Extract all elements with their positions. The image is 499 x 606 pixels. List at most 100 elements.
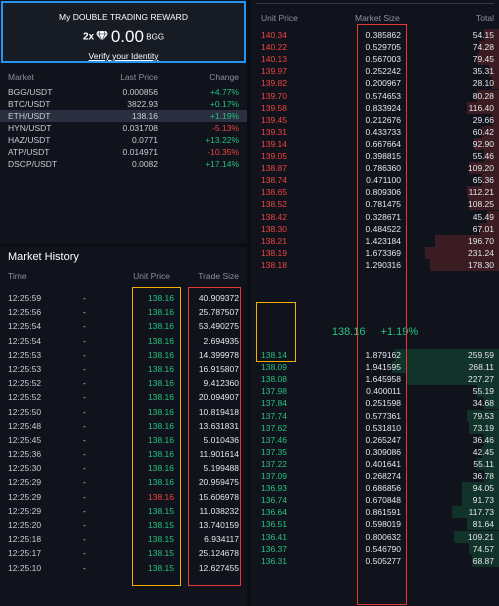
ob-total: 74.57 [472,543,494,554]
ob-total: 60.42 [472,126,494,137]
reward-unit: BGG [146,32,165,42]
trade-side-placeholder: - [83,293,86,303]
market-name: HAZ/USDT [8,135,51,145]
ob-total: 34.68 [472,398,494,409]
ob-price: 136.41 [261,531,287,542]
ob-price: 138.21 [261,235,287,246]
trade-time: 12:25:17 [8,548,42,559]
ob-total: 94.05 [472,483,494,494]
market-row[interactable]: HAZ/USDT 0.0771 +13.22% [0,134,247,146]
ob-total: 79.45 [472,54,494,65]
left-panel: My DOUBLE TRADING REWARD 2x 0.00 BGG Ver… [0,0,247,606]
market-change: -10.35% [207,147,239,157]
market-row[interactable]: BGG/USDT 0.000856 +4.77% [0,86,247,98]
market-last-price: 0.014971 [122,147,158,157]
ob-total: 55.11 [473,458,494,469]
history-table-header: Time Unit Price Trade Size [0,271,247,281]
ob-total: 55.46 [472,151,494,161]
trade-time: 12:25:54 [8,335,42,346]
market-col-price: Last Price [120,72,158,82]
market-name: DSCP/USDT [8,159,58,169]
ob-total: 42.45 [472,446,494,457]
ob-total: 112.21 [468,187,494,198]
trade-time: 12:25:29 [8,505,42,516]
ob-total: 268.11 [468,362,494,373]
ob-total: 196.70 [468,235,494,246]
market-size-highlight [357,24,407,605]
ob-total: 81.64 [472,519,494,530]
ob-total: 259.59 [468,350,494,360]
history-col-size: Trade Size [198,271,239,281]
verify-identity-link[interactable]: Verify your Identity [3,51,244,61]
ob-total: 80.28 [472,90,494,101]
market-change: +4.77% [209,87,239,97]
reward-card[interactable]: My DOUBLE TRADING REWARD 2x 0.00 BGG Ver… [1,1,246,63]
spread-price-highlight [256,302,296,362]
trade-side-placeholder: - [83,378,86,389]
ob-price: 137.98 [261,386,287,397]
trade-side-placeholder: - [83,520,86,530]
market-col-change: Change [209,72,239,82]
trade-side-placeholder: - [83,477,86,488]
market-row[interactable]: BTC/USDT 3822.93 +0.17% [0,98,247,110]
market-change: +17.14% [205,159,239,169]
reward-amount-line: 2x 0.00 BGG [3,27,244,47]
trade-time: 12:25:10 [8,562,42,573]
ob-price: 138.87 [261,163,287,174]
trade-side-placeholder: - [83,392,86,403]
market-row[interactable]: ETH/USDT 138.16 +1.19% [0,110,247,122]
trade-side-placeholder: - [83,548,86,559]
trade-side-placeholder: - [83,349,86,360]
ob-total: 54.15 [472,30,494,40]
ob-total: 45.49 [472,211,494,222]
ob-total: 65.36 [472,175,494,186]
ob-total: 36.78 [472,471,494,481]
trade-side-placeholder: - [83,491,86,502]
ob-total: 36.46 [472,434,494,445]
ob-col-price: Unit Price [261,13,298,23]
ob-price: 137.09 [261,471,287,481]
trade-time: 12:25:18 [8,534,42,545]
market-row[interactable]: DSCP/USDT 0.0082 +17.14% [0,158,247,170]
market-change: +13.22% [205,135,239,145]
trade-side-placeholder: - [83,307,86,318]
ob-total: 91.73 [472,495,494,506]
ob-price: 140.22 [261,42,287,53]
trade-time: 12:25:48 [8,420,42,431]
ob-total: 108.25 [468,199,494,210]
market-row[interactable]: HYN/USDT 0.031708 -5.13% [0,122,247,134]
trade-time: 12:25:53 [8,349,42,360]
ob-price: 139.31 [261,126,287,137]
market-name: BTC/USDT [8,99,51,109]
trade-side-placeholder: - [83,363,86,374]
ob-total: 109.21 [468,531,494,542]
trade-side-placeholder: - [83,505,86,516]
market-table-header: Market Last Price Change [8,72,239,82]
ob-total: 28.10 [472,78,494,89]
trade-side-placeholder: - [83,434,86,445]
ob-price: 137.74 [261,410,287,421]
ob-price: 139.45 [261,114,287,125]
ob-price: 136.74 [261,495,287,506]
ob-price: 137.46 [261,434,287,445]
ob-price: 139.82 [261,78,287,89]
trade-time: 12:25:53 [8,363,42,374]
market-last-price: 0.031708 [122,123,158,133]
ob-price: 138.65 [261,187,287,198]
ob-total: 109.20 [468,163,494,174]
ob-price: 139.70 [261,90,287,101]
trade-time: 12:25:52 [8,392,42,403]
ob-price: 137.84 [261,398,287,409]
trade-time: 12:25:29 [8,491,42,502]
market-name: ATP/USDT [8,147,50,157]
ob-col-total: Total [476,13,494,23]
panel-divider [0,243,247,247]
market-row[interactable]: ATP/USDT 0.014971 -10.35% [0,146,247,158]
reward-multiplier: 2x [82,31,95,43]
trade-time: 12:25:30 [8,463,42,474]
trade-time: 12:25:36 [8,449,42,460]
trade-time: 12:25:52 [8,378,42,389]
trade-side-placeholder: - [83,534,86,545]
ob-price: 140.13 [261,54,287,65]
trade-side-placeholder: - [83,321,86,332]
